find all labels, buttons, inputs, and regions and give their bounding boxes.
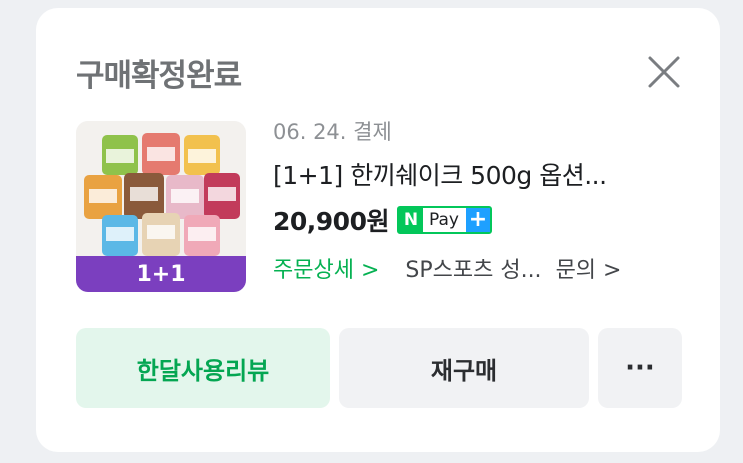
payment-date: 06. 24. 결제: [273, 120, 392, 144]
store-name-link[interactable]: SP스포츠 성...: [405, 252, 541, 284]
order-detail-link[interactable]: 주문상세 >: [273, 252, 379, 284]
close-icon[interactable]: [644, 52, 684, 92]
product-price: 20,900원: [273, 207, 389, 236]
order-status-label: 구매확정완료: [76, 58, 242, 94]
price-row: 20,900원 N Pay +: [273, 202, 693, 238]
order-card: 구매확정완료 1+1 06. 24. 결제 [1+1] 한끼쉐이크 500g 옵…: [36, 8, 720, 452]
product-thumbnail[interactable]: 1+1: [76, 121, 246, 292]
rebuy-button[interactable]: 재구매: [339, 328, 589, 408]
more-options-button[interactable]: ···: [598, 328, 682, 408]
order-links: 주문상세 > SP스포츠 성... 문의 >: [273, 252, 693, 284]
product-jars-image: [76, 121, 246, 256]
monthly-review-button[interactable]: 한달사용리뷰: [76, 328, 330, 408]
npay-label: Pay: [428, 210, 459, 230]
thumbnail-promo-badge: 1+1: [76, 256, 246, 292]
order-info: 06. 24. 결제 [1+1] 한끼쉐이크 500g 옵션... 20,900…: [273, 116, 693, 284]
inquiry-link[interactable]: 문의 >: [556, 252, 622, 284]
npay-n-logo: N: [398, 208, 423, 232]
npay-badge: N Pay +: [396, 206, 492, 234]
npay-plus-icon: +: [465, 208, 490, 232]
product-title[interactable]: [1+1] 한끼쉐이크 500g 옵션...: [273, 156, 693, 192]
